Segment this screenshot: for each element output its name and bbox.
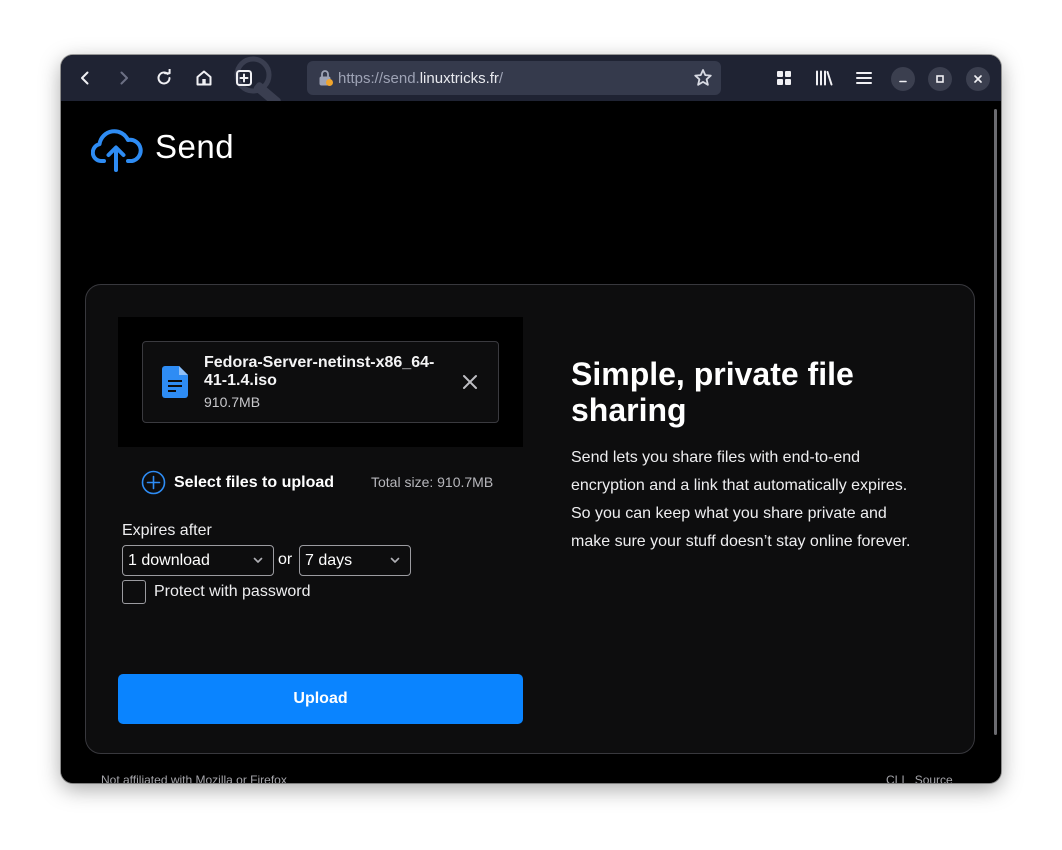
url-text[interactable]: https://send.linuxtricks.fr/ xyxy=(338,70,503,87)
url-bar[interactable]: https://send.linuxtricks.fr/ xyxy=(307,61,721,95)
password-label[interactable]: Protect with password xyxy=(154,583,311,601)
menu-icon xyxy=(856,72,872,84)
reload-icon xyxy=(157,69,171,85)
or-label: or xyxy=(278,551,293,568)
intro-body: Send lets you share files with end-to-en… xyxy=(571,449,911,550)
source-link[interactable]: Source xyxy=(915,773,953,783)
new-tab-button[interactable] xyxy=(228,62,260,94)
url-prefix: https://send. xyxy=(338,70,420,87)
file-dropzone[interactable]: Fedora-Server-netinst-x86_64-41-1.4.iso … xyxy=(118,317,523,447)
minimize-button[interactable] xyxy=(891,67,915,91)
library-button[interactable] xyxy=(808,62,840,94)
intro-title: Simple, private file sharing xyxy=(571,356,854,428)
library-icon xyxy=(816,70,833,86)
chevron-down-icon xyxy=(253,557,263,563)
browser-window: https://send.linuxtricks.fr/ Send Fedora… xyxy=(61,55,1001,783)
page-content: Send Fedora-Server-netinst-x86_64-41-1.4… xyxy=(61,101,1001,783)
expires-label: Expires after xyxy=(122,522,212,539)
select-files-label: Select files to upload xyxy=(174,473,335,491)
new-tab-icon xyxy=(236,70,252,86)
extensions-grid-icon xyxy=(777,71,791,85)
home-icon xyxy=(196,70,212,86)
footer-disclaimer: Not affiliated with Mozilla or Firefox xyxy=(101,773,287,783)
file-tile: Fedora-Server-netinst-x86_64-41-1.4.iso … xyxy=(142,341,499,423)
upload-card: Fedora-Server-netinst-x86_64-41-1.4.iso … xyxy=(85,284,975,754)
maximize-icon xyxy=(936,75,944,83)
lock-icon[interactable] xyxy=(317,69,333,87)
cli-link[interactable]: CLI xyxy=(886,773,905,783)
days-select[interactable]: 7 days xyxy=(299,545,411,576)
send-cloud-upload-icon[interactable] xyxy=(91,129,143,173)
back-button[interactable] xyxy=(69,62,101,94)
upload-button[interactable]: Upload xyxy=(118,674,523,724)
url-suffix: / xyxy=(498,70,504,87)
document-icon xyxy=(162,366,188,398)
reload-button[interactable] xyxy=(148,62,180,94)
file-name: Fedora-Server-netinst-x86_64-41-1.4.iso xyxy=(204,354,435,389)
app-logo-text[interactable]: Send xyxy=(155,128,234,166)
extensions-button[interactable] xyxy=(768,62,800,94)
days-value: 7 days xyxy=(305,552,353,569)
maximize-button[interactable] xyxy=(928,67,952,91)
downloads-value: 1 download xyxy=(128,552,210,569)
url-domain: linuxtricks.fr xyxy=(419,70,499,87)
minimize-icon xyxy=(899,80,907,83)
forward-button[interactable] xyxy=(108,62,140,94)
total-size: Total size: 910.7MB xyxy=(371,474,494,490)
footer-links: CLI Source xyxy=(886,773,953,783)
home-button[interactable] xyxy=(188,62,220,94)
file-size: 910.7MB xyxy=(204,394,261,410)
menu-button[interactable] xyxy=(848,62,880,94)
browser-toolbar: https://send.linuxtricks.fr/ xyxy=(61,55,1001,101)
close-window-button[interactable] xyxy=(966,67,990,91)
remove-file-icon[interactable] xyxy=(461,373,479,391)
add-circle-icon xyxy=(141,470,166,495)
select-files-button[interactable]: Select files to upload xyxy=(141,470,334,495)
downloads-select[interactable]: 1 download xyxy=(122,545,274,576)
password-checkbox[interactable] xyxy=(122,580,146,604)
back-icon xyxy=(81,71,89,85)
forward-icon xyxy=(120,71,128,85)
chevron-down-icon xyxy=(390,557,400,563)
bookmark-star-icon[interactable] xyxy=(693,68,713,88)
close-icon xyxy=(974,75,982,83)
page-scrollbar[interactable] xyxy=(994,109,997,735)
